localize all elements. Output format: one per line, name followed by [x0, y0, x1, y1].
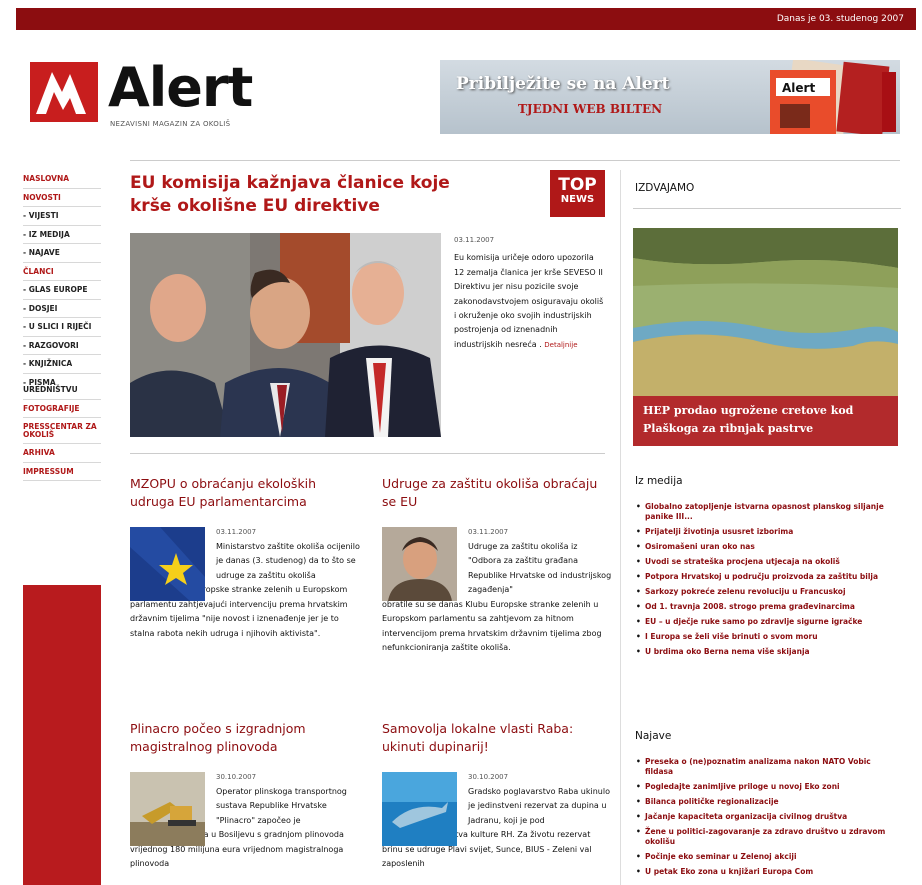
article-title[interactable]: Udruge za zaštitu okoliša obraćaju se EU — [382, 475, 612, 515]
left-red-block — [23, 585, 101, 885]
left-navigation: NASLOVNA NOVOSTI - VIJESTI - IZ MEDIJA - NAJ… — [23, 170, 101, 481]
nav-item[interactable]: - KNJIŽNICA — [23, 355, 101, 374]
logo-wordmark: Alert — [108, 56, 253, 119]
izdvajamo-divider — [633, 208, 901, 209]
logo-tagline: NEZAVISNI MAGAZIN ZA OKOLIŠ — [110, 120, 231, 128]
najave-item[interactable]: U petak Eko zona u knjižari Europa Com — [635, 865, 893, 880]
article-title[interactable]: Plinacro počeo s izgradnjom magistralnog… — [130, 720, 360, 760]
nav-item[interactable]: FOTOGRAFIJE — [23, 400, 101, 418]
lead-article-photo[interactable] — [130, 233, 441, 437]
date-text: Danas je 03. studenog 2007 — [776, 14, 904, 24]
nav-item[interactable]: - NAJAVE — [23, 244, 101, 263]
iz-medija-item[interactable]: Prijatelji životinja ususret izborima — [635, 525, 893, 540]
article-card: Plinacro počeo s izgradnjom magistralnog… — [130, 720, 360, 872]
banner-headline: Pribilježite se na Alert — [456, 74, 670, 94]
man-portrait-thumbnail[interactable] — [382, 527, 457, 601]
article-text-top: Udruge za zaštitu okoliša iz "Odbora za … — [468, 541, 612, 595]
nav-item[interactable]: - DOSJEI — [23, 300, 101, 318]
article-date: 03.11.2007 — [468, 528, 509, 536]
article-date: 30.10.2007 — [216, 773, 257, 781]
najave-item[interactable]: Pogledajte zanimljive priloge u novoj Ek… — [635, 780, 893, 795]
eu-flag-thumbnail[interactable] — [130, 527, 205, 601]
iz-medija-list: Globalno zatopljenje istvarna opasnost p… — [635, 500, 893, 660]
nav-item[interactable]: - GLAS EUROPE — [23, 281, 101, 300]
izdvajamo-heading: IZDVAJAMO — [635, 182, 695, 194]
lead-article-text: Eu komisija uričeje odoro upozorila 12 z… — [454, 253, 604, 349]
top-news-badge-top: TOP — [558, 175, 597, 195]
iz-medija-heading: Iz medija — [635, 475, 683, 487]
najave-item[interactable]: Preseka o (ne)poznatim analizama nakon N… — [635, 755, 893, 780]
lead-article-title[interactable]: EU komisija kažnjava članice koje krše o… — [130, 172, 480, 218]
lead-divider — [130, 453, 605, 454]
iz-medija-item[interactable]: EU – u dječje ruke samo po zdravlje sigu… — [635, 615, 893, 630]
article-date: 30.10.2007 — [468, 773, 509, 781]
header-divider — [130, 160, 900, 161]
najave-item[interactable]: Jačanje kapaciteta organizacija civilnog… — [635, 810, 893, 825]
nav-item[interactable]: - U SLICI I RIJEČI — [23, 318, 101, 337]
iz-medija-item[interactable]: Potpora Hrvatskoj u području proizvoda z… — [635, 570, 893, 585]
wetland-landscape-photo[interactable] — [633, 228, 898, 396]
nav-item[interactable]: PRESSCENTAR ZA OKOLIŠ — [23, 418, 101, 444]
iz-medija-item[interactable]: U brdima oko Berna nema više skijanja — [635, 645, 893, 660]
article-text-top: Ministarstvo zaštite okoliša ocijenilo j… — [216, 541, 360, 580]
article-text-bottom: obratile su se danas Klubu Europske stra… — [382, 599, 602, 653]
najave-item[interactable]: Bilanca političke regionalizacije — [635, 795, 893, 810]
lead-article-more-link[interactable]: Detaljnije — [544, 341, 577, 349]
banner-subline: TJEDNI WEB BILTEN — [518, 102, 663, 116]
iz-medija-item[interactable]: Osiromašeni uran oko nas — [635, 540, 893, 555]
lead-article-date: 03.11.2007 — [454, 236, 495, 244]
article-card: Udruge za zaštitu okoliša obraćaju se EU… — [382, 475, 612, 656]
iz-medija-item[interactable]: Globalno zatopljenje istvarna opasnost p… — [635, 500, 893, 525]
nav-item[interactable]: ČLANCI — [23, 263, 101, 281]
nav-item[interactable]: ARHIVA — [23, 444, 101, 463]
nav-item[interactable]: NASLOVNA — [23, 170, 101, 189]
pipeline-excavator-thumbnail[interactable] — [130, 772, 205, 846]
iz-medija-item[interactable]: Od 1. travnja 2008. strogo prema građevi… — [635, 600, 893, 615]
dolphin-thumbnail[interactable] — [382, 772, 457, 846]
right-sidebar: IZDVAJAMO HEP prodao ugrožene cretove ko… — [620, 170, 901, 885]
page-left-margin — [0, 0, 16, 885]
top-news-badge-bottom: NEWS — [560, 194, 595, 205]
najave-heading: Najave — [635, 730, 672, 742]
featured-caption[interactable]: HEP prodao ugrožene cretove kod Plaškoga… — [633, 396, 898, 446]
lead-article-summary: 03.11.2007 Eu komisija uričeje odoro upo… — [454, 233, 606, 352]
magazine-title: Alert — [782, 81, 815, 95]
iz-medija-item[interactable]: I Europa se želi više brinuti o svom mor… — [635, 630, 893, 645]
top-news-badge: TOP NEWS — [550, 170, 605, 217]
newsletter-banner[interactable]: Pribilježite se na Alert TJEDNI WEB BILT… — [440, 60, 900, 134]
magazine-covers-image: Alert — [770, 60, 896, 134]
nav-item[interactable]: - RAZGOVORI — [23, 337, 101, 355]
najave-item[interactable]: Žene u politici-zagovaranje za zdravo dr… — [635, 825, 893, 850]
nav-item[interactable]: - IZ MEDIJA — [23, 226, 101, 244]
nav-item[interactable]: - VIJESTI — [23, 207, 101, 226]
alert-logo-icon — [30, 62, 98, 122]
najave-item[interactable]: Počinje eko seminar u Zelenoj akciji — [635, 850, 893, 865]
article-date: 03.11.2007 — [216, 528, 257, 536]
article-text-top: Operator plinskoga transportnog sustava … — [216, 786, 347, 825]
nav-item[interactable]: - PISMA UREDNIŠTVU — [23, 374, 101, 400]
article-title[interactable]: MZOPU o obraćanju ekoloških udruga EU pa… — [130, 475, 360, 515]
nav-item[interactable]: IMPRESSUM — [23, 463, 101, 481]
article-card: MZOPU o obraćanju ekoloških udruga EU pa… — [130, 475, 360, 641]
nav-item[interactable]: NOVOSTI — [23, 189, 101, 207]
iz-medija-item[interactable]: Uvodi se strateška procjena utjecaja na … — [635, 555, 893, 570]
najave-list: Preseka o (ne)poznatim analizama nakon N… — [635, 755, 893, 880]
article-text-top: Gradsko poglavarstvo Raba ukinulo je jed… — [468, 786, 610, 825]
top-bar: Danas je 03. studenog 2007 — [16, 8, 916, 30]
article-card: Samovolja lokalne vlasti Raba: ukinuti d… — [382, 720, 612, 872]
iz-medija-item[interactable]: Sarkozy pokreće zelenu revoluciju u Fran… — [635, 585, 893, 600]
article-title[interactable]: Samovolja lokalne vlasti Raba: ukinuti d… — [382, 720, 612, 760]
